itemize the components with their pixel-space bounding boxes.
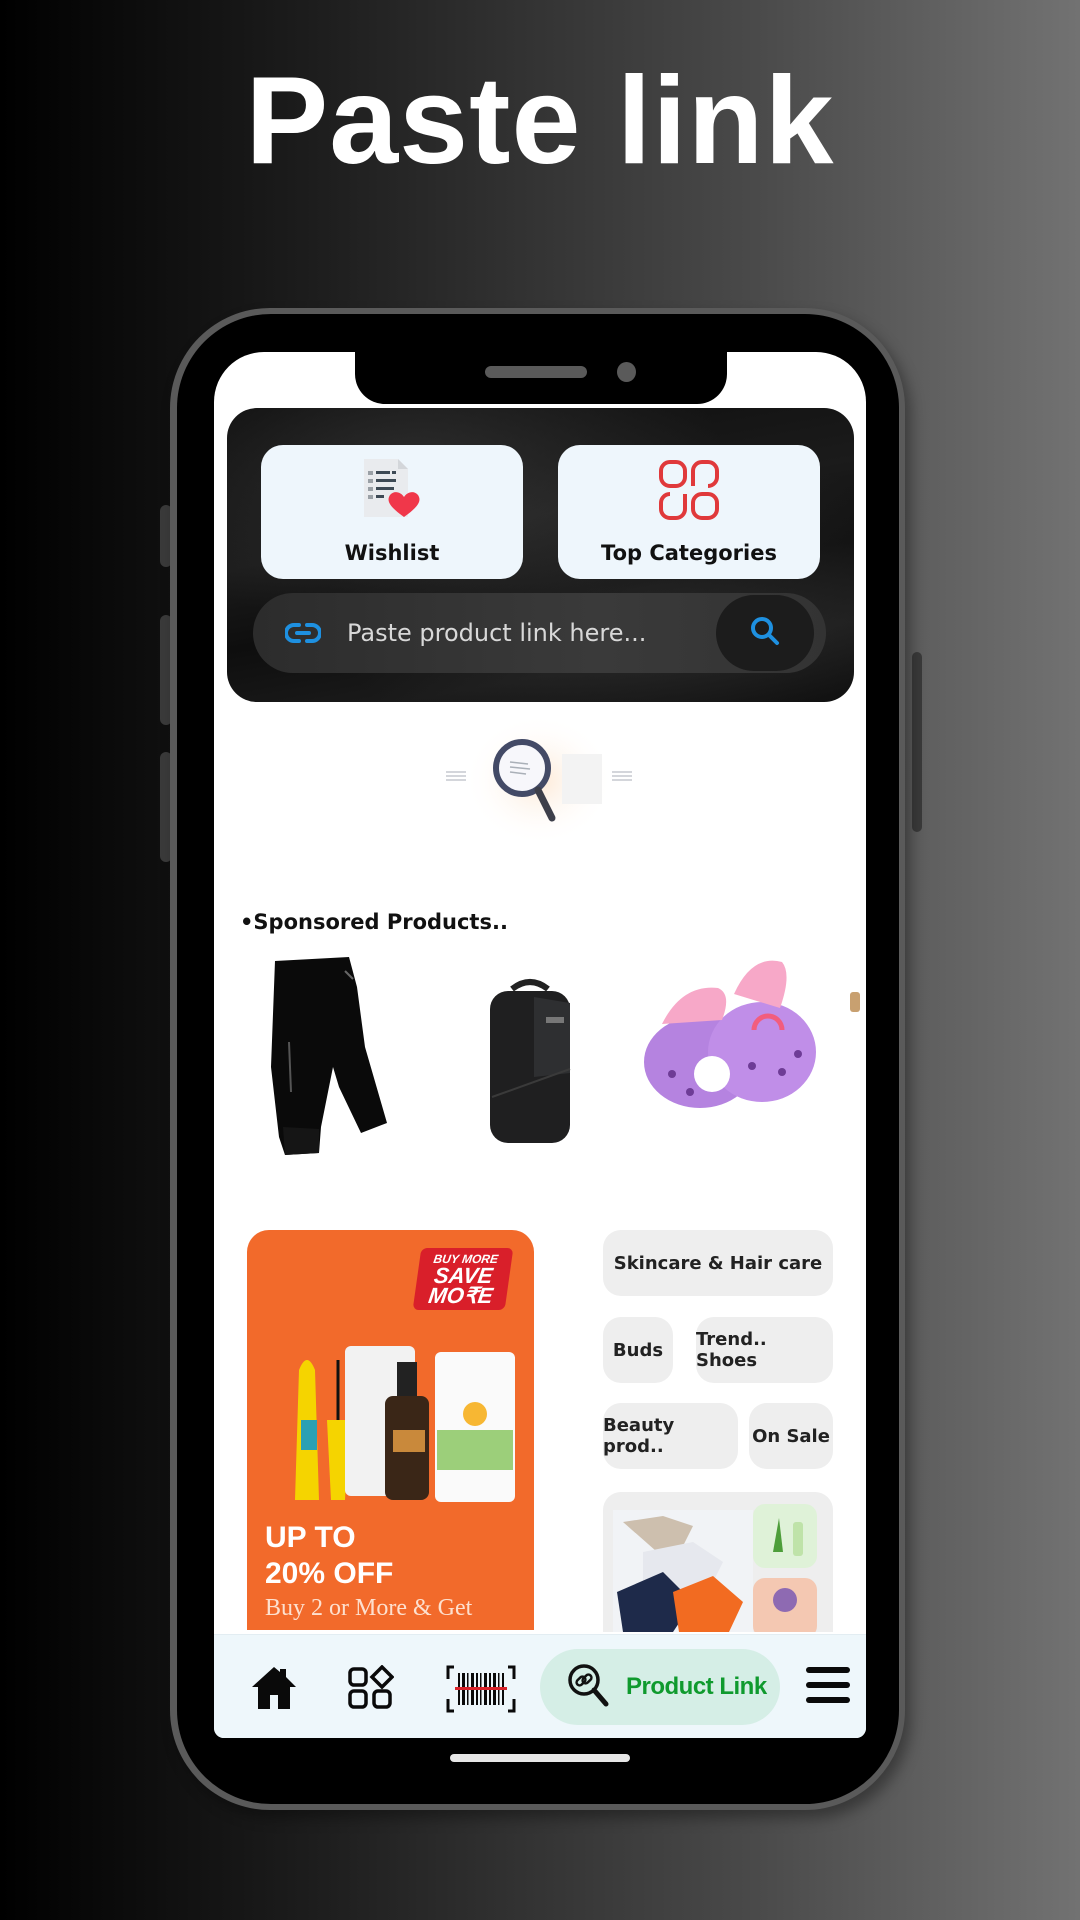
promo-headline-line2: 20% OFF bbox=[265, 1557, 394, 1590]
top-categories-label: Top Categories bbox=[601, 541, 777, 565]
clogs-image bbox=[644, 960, 816, 1108]
chip-trending-shoes[interactable]: Trend.. Shoes bbox=[696, 1317, 833, 1383]
promo-headline: UP TO 20% OFF bbox=[265, 1520, 393, 1592]
beauty-products-image bbox=[295, 1346, 515, 1502]
search-icon bbox=[749, 615, 781, 651]
app-screen: Wishlist Top Categories Paste product li… bbox=[214, 352, 866, 1738]
link-icon bbox=[284, 620, 322, 650]
nav-product-link[interactable]: Product Link bbox=[540, 1649, 780, 1725]
phone-notch bbox=[355, 352, 727, 404]
promo-badge-line3: MO₹E bbox=[426, 1283, 495, 1308]
nav-product-link-label: Product Link bbox=[626, 1673, 767, 1700]
bottom-navigation: Product Link bbox=[214, 1634, 866, 1738]
product-item[interactable] bbox=[484, 977, 576, 1147]
home-indicator[interactable] bbox=[450, 1754, 630, 1762]
categories-icon bbox=[656, 457, 722, 527]
chip-skincare-haircare[interactable]: Skincare & Hair care bbox=[603, 1230, 833, 1296]
barcode-scan-icon bbox=[446, 1665, 516, 1717]
promo-banner[interactable]: BUY MORE SAVE MO₹E UP TO 20% OFF Buy 2 o… bbox=[247, 1230, 534, 1630]
nav-home[interactable] bbox=[250, 1665, 298, 1715]
nav-scan[interactable] bbox=[446, 1665, 516, 1717]
menu-icon bbox=[806, 1665, 850, 1709]
backpack-image bbox=[490, 979, 571, 1143]
chip-buds[interactable]: Buds bbox=[603, 1317, 673, 1383]
nav-categories[interactable] bbox=[348, 1664, 395, 1715]
shorts-image bbox=[271, 957, 387, 1155]
speaker-grille bbox=[485, 366, 587, 378]
hero-panel: Wishlist Top Categories bbox=[227, 408, 854, 702]
apps-grid-icon bbox=[348, 1664, 395, 1715]
product-item[interactable] bbox=[269, 957, 389, 1157]
front-camera bbox=[617, 362, 636, 382]
link-search-bar bbox=[253, 593, 826, 673]
search-illustration bbox=[444, 712, 634, 852]
chip-on-sale[interactable]: On Sale bbox=[749, 1403, 833, 1469]
category-collage[interactable] bbox=[603, 1492, 833, 1632]
link-search-icon bbox=[566, 1662, 610, 1712]
promo-headline-line1: UP TO bbox=[265, 1521, 356, 1554]
home-icon bbox=[250, 1665, 298, 1715]
sponsored-products-title: •Sponsored Products.. bbox=[240, 910, 508, 934]
chip-beauty-products[interactable]: Beauty prod.. bbox=[603, 1403, 738, 1469]
collage-image bbox=[613, 1504, 817, 1632]
product-link-input[interactable] bbox=[347, 611, 707, 655]
search-button[interactable] bbox=[716, 595, 814, 671]
promo-subtext: Buy 2 or More & Get bbox=[265, 1595, 473, 1621]
product-item[interactable] bbox=[642, 954, 817, 1124]
product-item-partial[interactable] bbox=[850, 992, 860, 1012]
promo-badge: BUY MORE SAVE MO₹E bbox=[412, 1248, 514, 1310]
nav-menu[interactable] bbox=[806, 1665, 850, 1709]
phone-side-button bbox=[912, 652, 922, 832]
page-headline: Paste link bbox=[245, 52, 835, 190]
top-categories-card[interactable]: Top Categories bbox=[558, 445, 820, 579]
wishlist-icon bbox=[360, 457, 424, 527]
wishlist-label: Wishlist bbox=[344, 541, 440, 565]
wishlist-card[interactable]: Wishlist bbox=[261, 445, 523, 579]
